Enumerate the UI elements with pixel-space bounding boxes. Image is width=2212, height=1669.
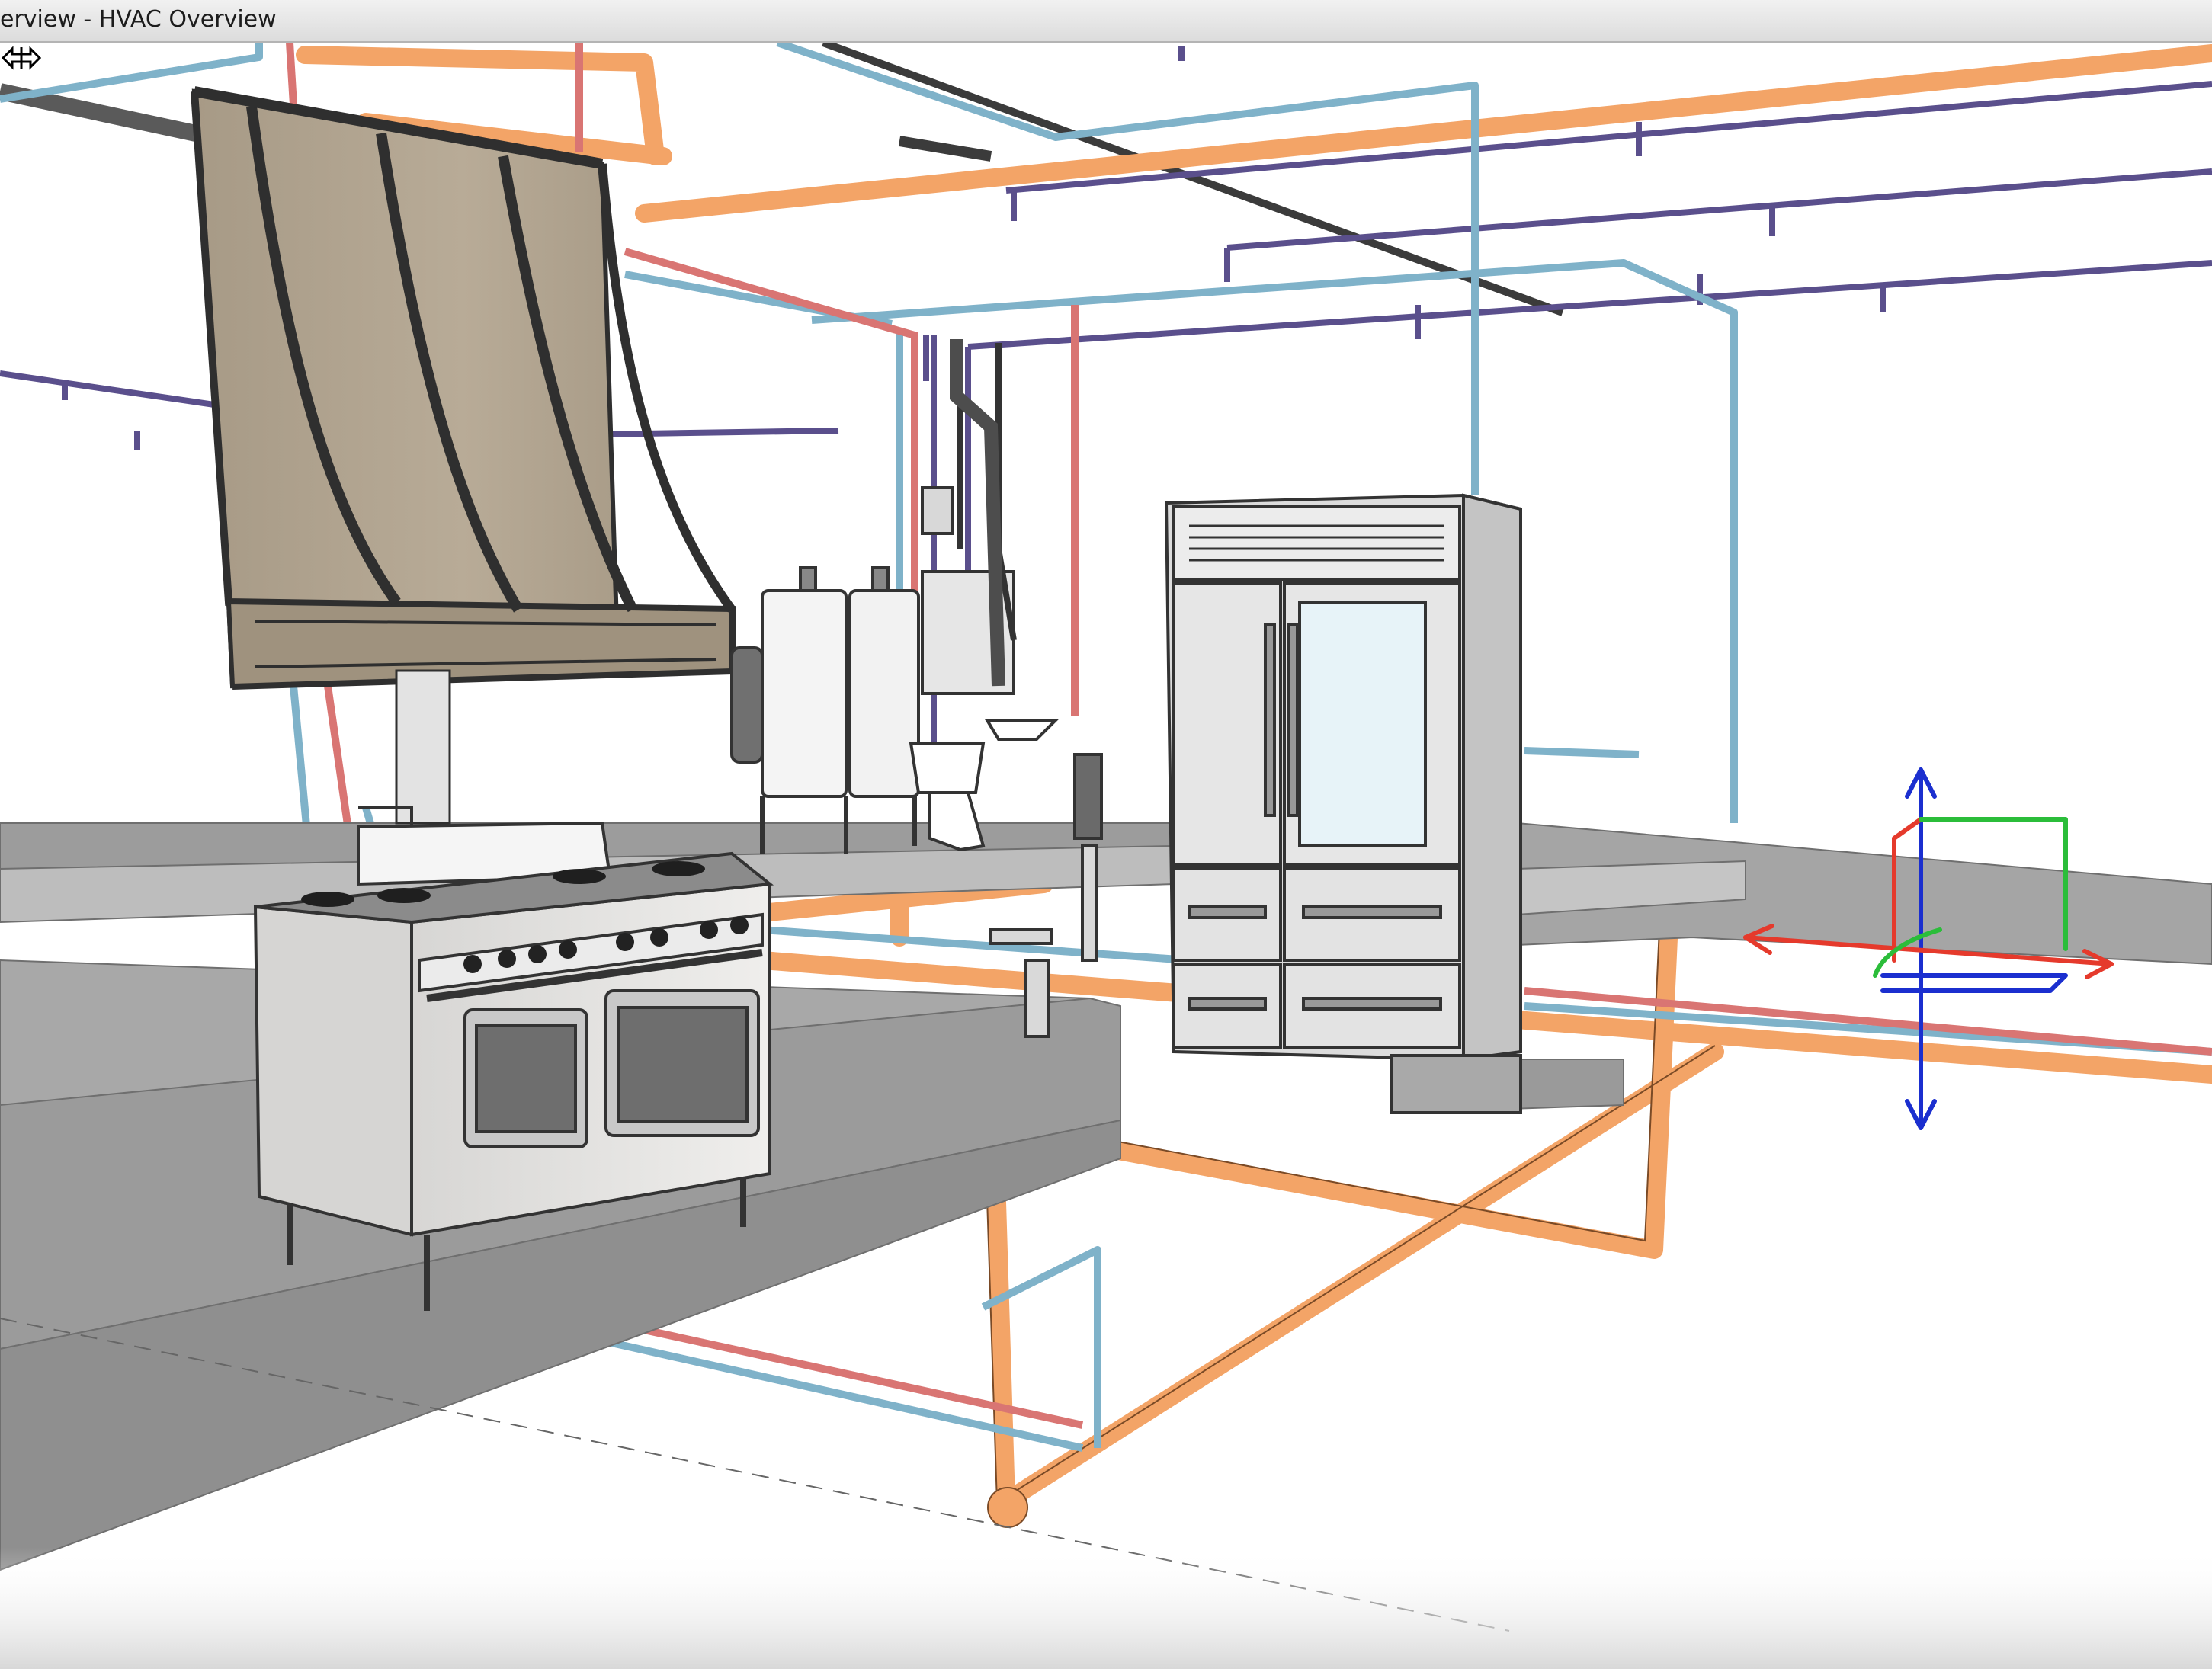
window-title: erview - HVAC Overview [0,6,277,33]
application-window: erview - HVAC Overview [0,0,2212,1669]
3d-viewport[interactable] [0,43,2212,1669]
refrigerator[interactable] [1164,493,1522,1114]
move-horizontal-cursor-icon [1,46,42,70]
gas-line-end-cap [987,1487,1028,1528]
title-bar[interactable]: erview - HVAC Overview [0,0,2212,43]
model-view-canvas[interactable] [0,43,2212,1669]
bottom-fade [0,1547,2212,1669]
